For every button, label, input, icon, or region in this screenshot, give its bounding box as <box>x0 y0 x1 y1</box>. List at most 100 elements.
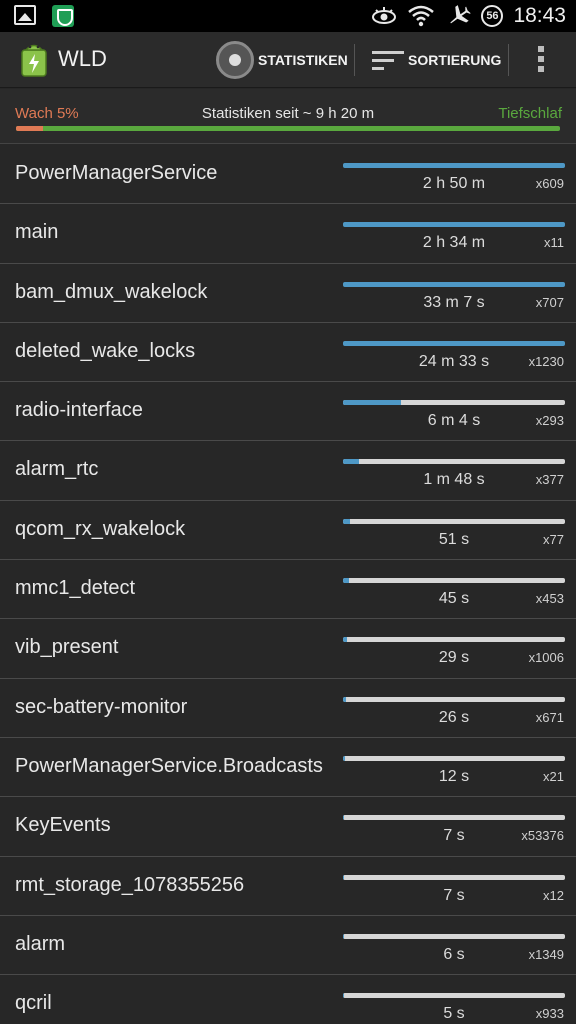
wakelock-bar <box>343 222 565 228</box>
wakelock-bar-fill <box>343 518 350 524</box>
wakelock-name: bam_dmux_wakelock <box>15 280 208 303</box>
disc-icon <box>216 41 254 79</box>
wakelock-count: x933 <box>535 1006 564 1022</box>
list-item[interactable]: PowerManagerService.Broadcasts 12 s x21 <box>0 738 576 798</box>
wakelock-duration: 1 m 48 s <box>423 471 485 489</box>
statistics-label: STATISTIKEN <box>258 52 348 68</box>
wakelock-duration: 5 s <box>443 1005 465 1023</box>
wakelock-duration: 2 h 50 m <box>422 175 486 192</box>
status-bar: 56 18:43 <box>0 0 576 32</box>
wakelock-name: radio-interface <box>15 399 143 422</box>
statistics-button[interactable]: STATISTIKEN <box>216 38 348 82</box>
action-divider <box>354 44 355 76</box>
wakelock-bar <box>343 518 565 524</box>
action-bar: WLD STATISTIKEN SORTIERUNG <box>0 32 576 88</box>
awake-label: Wach 5% <box>15 105 79 122</box>
wakelock-bar <box>343 815 565 821</box>
wakelock-bar <box>343 340 565 346</box>
sort-label: SORTIERUNG <box>408 52 502 68</box>
list-item[interactable]: KeyEvents 7 s x53376 <box>0 797 576 857</box>
wakelock-name: rmt_storage_1078355256 <box>15 873 245 896</box>
wakelock-count: x77 <box>543 531 564 547</box>
wakelock-count: x21 <box>543 768 564 784</box>
wakelock-bar-fill <box>343 459 359 465</box>
wakelock-count: x707 <box>535 294 564 310</box>
wakelock-count: x11 <box>544 235 564 251</box>
wakelock-duration: 12 s <box>438 767 470 785</box>
wakelock-duration: 51 s <box>438 530 470 548</box>
notification-count-badge: 56 <box>481 5 504 27</box>
summary-header: Statistiken seit ~ 9 h 20 m Wach 5% Tief… <box>0 89 576 144</box>
wakelock-name: alarm_rtc <box>15 458 99 481</box>
wakelock-duration: 33 m 7 s <box>423 293 485 311</box>
wakelock-count: x12 <box>543 887 564 903</box>
wakelock-duration: 2 h 34 m <box>422 234 486 252</box>
wakelock-bar-fill <box>343 578 349 584</box>
list-item[interactable]: mmc1_detect 45 s x453 <box>0 560 576 620</box>
list-item[interactable]: qcril 5 s x933 <box>0 975 576 1024</box>
wifi-icon <box>408 5 435 27</box>
wakelock-duration: 7 s <box>443 886 465 904</box>
eye-icon <box>372 7 397 24</box>
wakelock-bar <box>343 933 565 939</box>
wakelock-count: x1006 <box>528 650 564 666</box>
wakelock-duration: 6 m 4 s <box>427 412 481 430</box>
wakelock-count: x1349 <box>528 946 564 962</box>
wakelock-bar <box>343 163 565 168</box>
wakelock-bar <box>343 755 565 761</box>
list-item[interactable]: vib_present 29 s x1006 <box>0 619 576 679</box>
deep-sleep-label: Tiefschlaf <box>498 105 562 122</box>
airplane-icon <box>450 5 472 24</box>
wakelock-list[interactable]: PowerManagerService 2 h 50 m x609 main 2… <box>0 145 576 1024</box>
list-item[interactable]: alarm 6 s x1349 <box>0 916 576 976</box>
awake-bar-fill <box>16 126 44 131</box>
wakelock-bar-fill <box>343 281 565 287</box>
list-item[interactable]: rmt_storage_1078355256 7 s x12 <box>0 857 576 916</box>
shield-app-icon <box>52 5 74 27</box>
wakelock-bar-fill <box>343 815 344 821</box>
wakelock-name: deleted_wake_locks <box>15 339 196 362</box>
wakelock-count: x293 <box>535 413 564 429</box>
list-item[interactable]: main 2 h 34 m x11 <box>0 204 576 264</box>
wakelock-bar-fill <box>343 755 345 761</box>
wakelock-name: alarm <box>15 932 66 955</box>
list-item[interactable]: bam_dmux_wakelock 33 m 7 s x707 <box>0 264 576 323</box>
wakelock-count: x609 <box>535 176 564 191</box>
wakelock-count: x453 <box>535 591 564 607</box>
wakelock-bar <box>343 459 565 465</box>
wakelock-bar-fill <box>343 696 347 702</box>
clock: 18:43 <box>513 4 566 27</box>
awake-sleep-bar <box>16 126 560 131</box>
list-item[interactable]: PowerManagerService 2 h 50 m x609 <box>0 145 576 205</box>
list-item[interactable]: alarm_rtc 1 m 48 s x377 <box>0 441 576 501</box>
sort-button[interactable]: SORTIERUNG <box>372 38 501 82</box>
wakelock-name: qcom_rx_wakelock <box>15 517 186 540</box>
list-item[interactable]: qcom_rx_wakelock 51 s x77 <box>0 501 576 561</box>
list-item[interactable]: radio-interface 6 m 4 s x293 <box>0 382 576 442</box>
wakelock-name: sec-battery-monitor <box>15 695 188 718</box>
wakelock-bar <box>343 696 565 702</box>
wakelock-bar <box>343 993 565 999</box>
wakelock-bar-fill <box>343 340 565 346</box>
wakelock-count: x377 <box>535 472 564 488</box>
wakelock-name: main <box>15 221 59 244</box>
battery-app-icon[interactable] <box>18 42 50 78</box>
wakelock-bar <box>343 637 565 643</box>
list-item[interactable]: deleted_wake_locks 24 m 33 s x1230 <box>0 323 576 383</box>
wakelock-bar-fill <box>343 400 401 406</box>
image-icon <box>14 5 36 25</box>
wakelock-count: x1230 <box>528 353 564 369</box>
wakelock-name: qcril <box>15 992 52 1015</box>
wakelock-bar-fill <box>343 993 344 999</box>
wakelock-bar <box>343 400 565 406</box>
wakelock-bar <box>343 578 565 584</box>
action-divider <box>508 44 509 76</box>
wakelock-bar-fill <box>343 163 565 168</box>
list-item[interactable]: sec-battery-monitor 26 s x671 <box>0 679 576 738</box>
app-title: WLD <box>58 46 107 71</box>
wakelock-bar-fill <box>343 933 344 939</box>
overflow-menu-icon[interactable] <box>538 46 546 74</box>
wakelock-bar <box>343 281 565 287</box>
wakelock-duration: 26 s <box>438 708 470 726</box>
wakelock-name: mmc1_detect <box>15 577 136 600</box>
